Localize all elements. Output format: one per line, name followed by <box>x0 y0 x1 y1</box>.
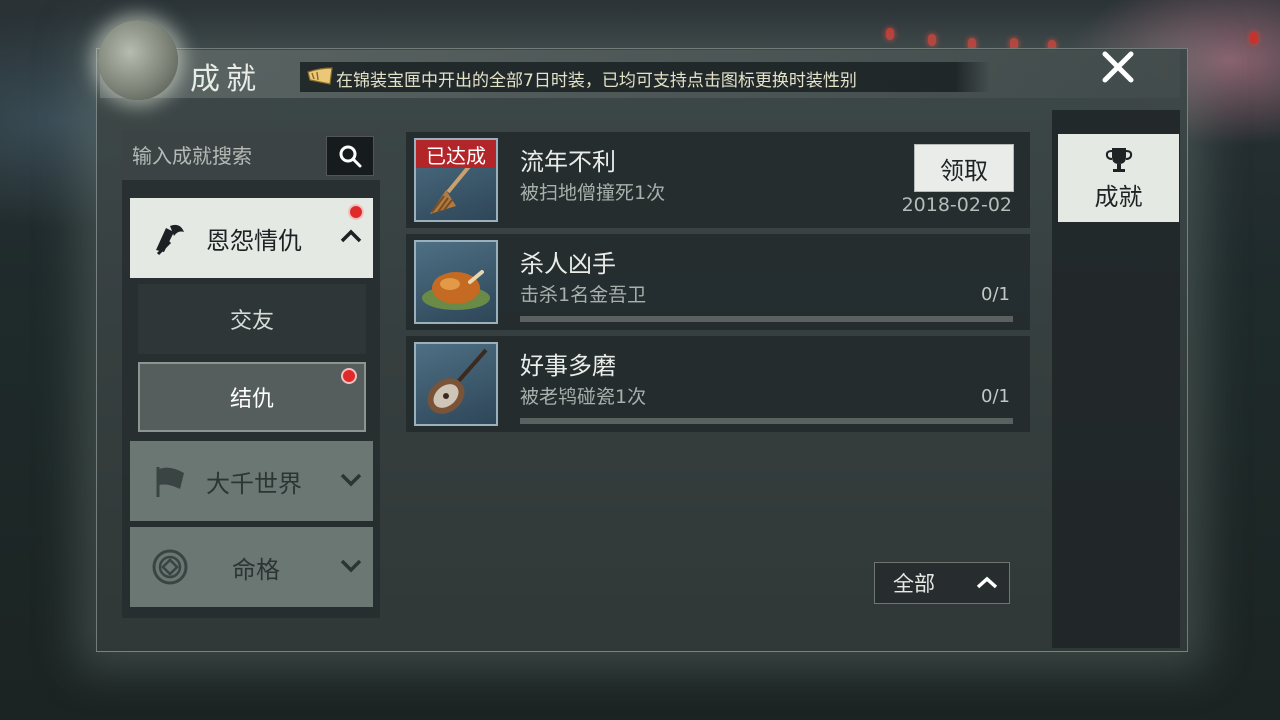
chevron-up-icon <box>976 576 998 589</box>
category-label: 大千世界 <box>206 469 302 498</box>
pipa-icon <box>427 348 488 414</box>
achievement-desc: 击杀1名金吾卫 <box>520 284 647 306</box>
category-world[interactable]: 大千世界 <box>130 441 373 521</box>
announcement-text: 在锦装宝匣中开出的全部7日时装，已均可支持点击图标更换时装性别 <box>336 71 857 91</box>
subcategory-label: 结仇 <box>229 387 274 412</box>
filter-dropdown[interactable]: 全部 <box>874 562 1010 604</box>
announcement-banner: 在锦装宝匣中开出的全部7日时装，已均可支持点击图标更换时装性别 <box>300 62 990 92</box>
horn-icon <box>307 67 333 85</box>
achieved-badge: 已达成 <box>416 140 496 168</box>
category-label: 恩怨情仇 <box>206 226 302 255</box>
close-icon <box>1102 51 1134 83</box>
progress-text: 0/1 <box>981 386 1010 407</box>
progress-text: 0/1 <box>981 284 1010 305</box>
achievement-date: 2018-02-02 <box>901 194 1012 216</box>
lantern-decoration <box>886 28 894 40</box>
trophy-icon <box>1105 147 1132 172</box>
achievement-name: 杀人凶手 <box>520 250 616 278</box>
claim-button[interactable]: 领取 <box>914 144 1014 192</box>
notification-dot <box>348 204 364 220</box>
progress-bar <box>520 418 1013 424</box>
achievement-row: 已达成 流年不利 被扫地僧撞死1次 领取 2018-02-02 <box>406 132 1030 228</box>
achievement-desc: 被扫地僧撞死1次 <box>520 182 666 204</box>
flag-icon <box>156 467 184 497</box>
chevron-down-icon <box>340 559 362 573</box>
subcategory-friends[interactable]: 交友 <box>138 284 366 354</box>
achievement-thumbnail: 已达成 <box>414 138 498 222</box>
lantern-decoration <box>1250 32 1258 44</box>
category-enmity[interactable]: 恩怨情仇 <box>130 198 373 278</box>
achievement-row: 杀人凶手 击杀1名金吾卫 0/1 <box>406 234 1030 330</box>
progress-bar <box>520 316 1013 322</box>
moon-emblem-icon <box>98 20 178 100</box>
tab-label: 成就 <box>1094 182 1143 211</box>
chevron-up-icon <box>340 229 362 243</box>
category-label: 命格 <box>232 555 280 584</box>
subcategory-feud[interactable]: 结仇 <box>138 362 366 432</box>
roast-chicken-icon <box>422 270 490 310</box>
notification-dot <box>341 368 357 384</box>
category-destiny[interactable]: 命格 <box>130 527 373 607</box>
achievement-thumbnail <box>414 240 498 324</box>
search-input[interactable] <box>122 130 334 182</box>
search-button[interactable] <box>326 136 374 176</box>
coin-icon <box>152 549 188 585</box>
achievement-row: 好事多磨 被老鸨碰瓷1次 0/1 <box>406 336 1030 432</box>
achievement-thumbnail <box>414 342 498 426</box>
chevron-down-icon <box>340 473 362 487</box>
filter-label: 全部 <box>893 572 935 596</box>
window-title: 成就 <box>190 62 262 97</box>
lantern-decoration <box>928 34 936 46</box>
subcategory-label: 交友 <box>229 309 274 334</box>
scroll-icon <box>156 224 184 256</box>
close-button[interactable] <box>1090 44 1146 90</box>
tab-achievements[interactable]: 成就 <box>1058 134 1179 222</box>
achievement-desc: 被老鸨碰瓷1次 <box>520 386 647 408</box>
search-icon <box>339 145 362 168</box>
achievement-name: 流年不利 <box>520 148 616 176</box>
achievement-name: 好事多磨 <box>520 352 616 380</box>
